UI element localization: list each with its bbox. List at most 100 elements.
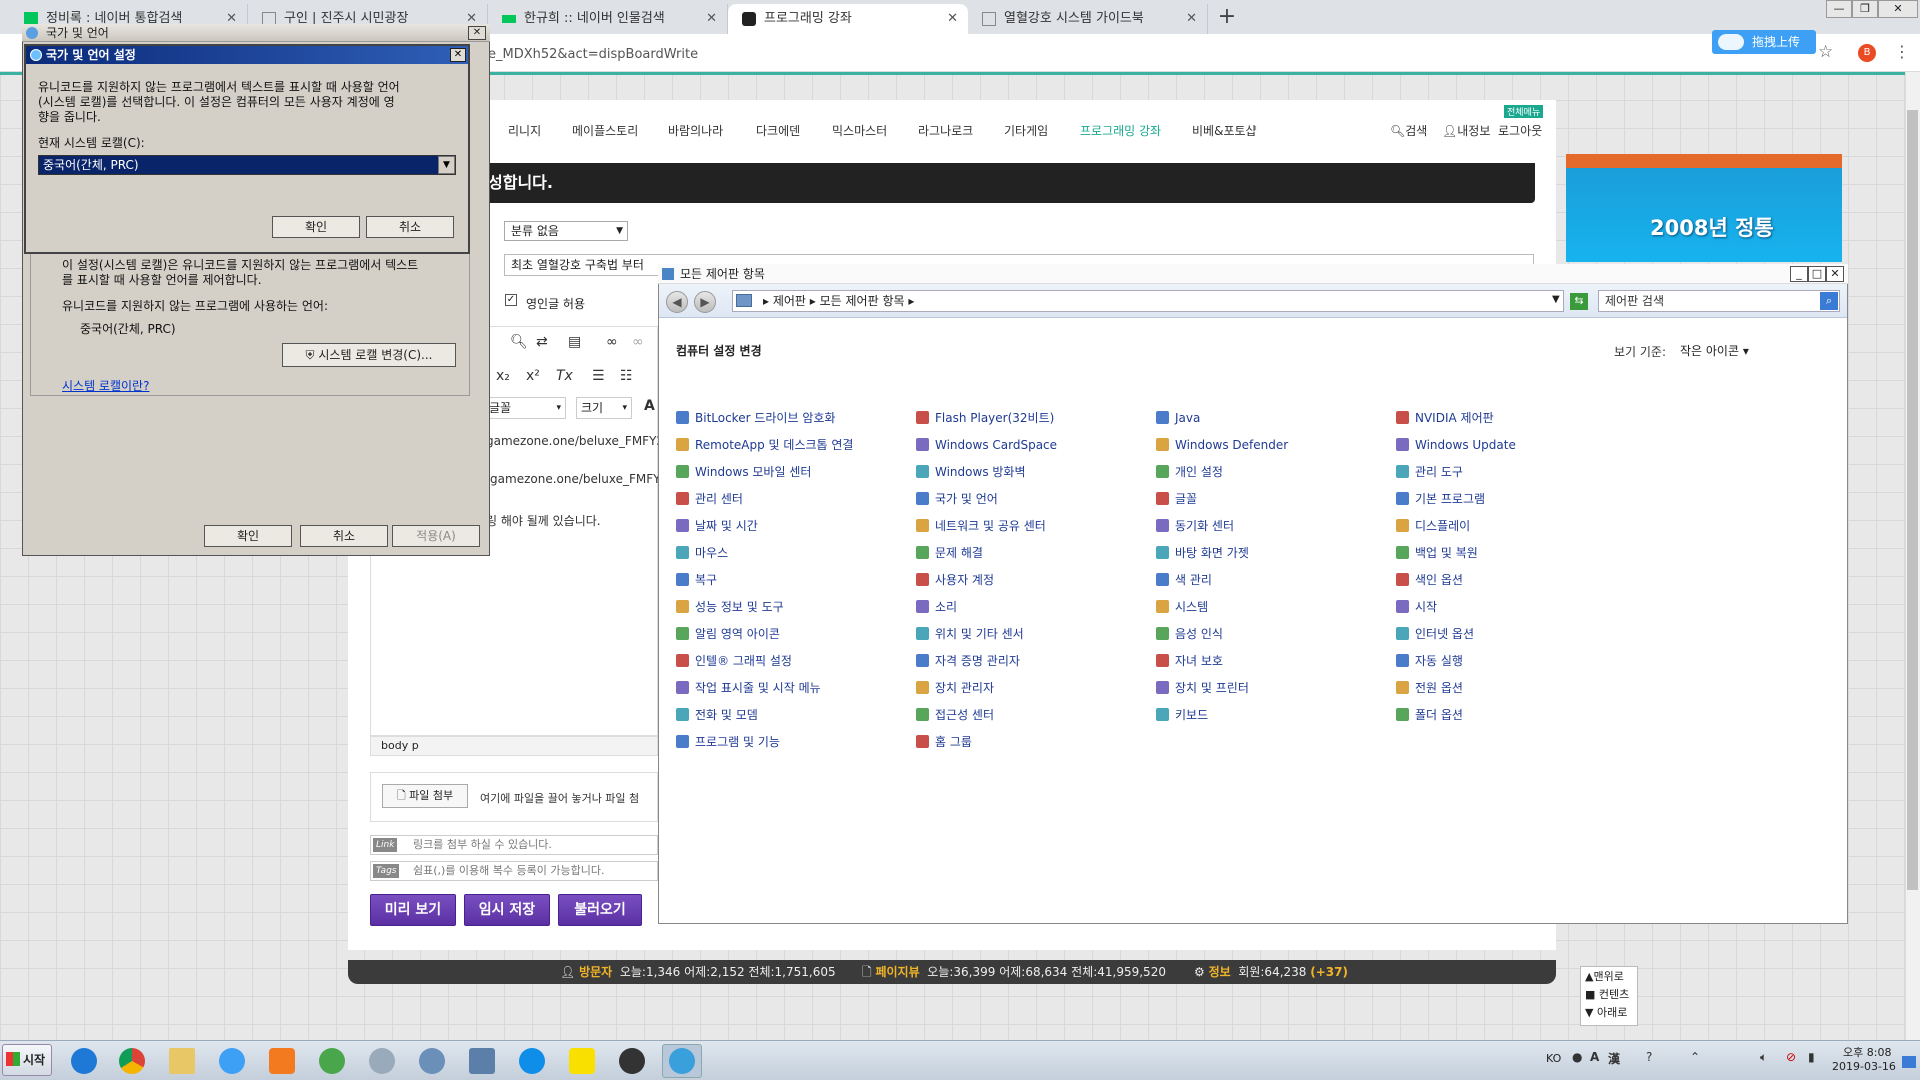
template-icon[interactable]: ▤: [568, 334, 581, 350]
show-desktop-icon[interactable]: [1902, 1056, 1916, 1068]
control-panel-item[interactable]: Windows CardSpace: [916, 437, 1057, 453]
control-panel-item[interactable]: 색 관리: [1156, 572, 1212, 588]
new-tab-button[interactable]: +: [1212, 4, 1242, 32]
control-panel-item[interactable]: Windows Update: [1396, 437, 1516, 453]
bookmark-star-icon[interactable]: ☆: [1818, 42, 1833, 62]
ok-button[interactable]: 확인: [272, 216, 360, 238]
control-panel-item[interactable]: 전원 옵션: [1396, 680, 1463, 696]
utorrent-icon[interactable]: [312, 1044, 352, 1078]
control-panel-item[interactable]: 자격 증명 관리자: [916, 653, 1020, 669]
close-button[interactable]: ✕: [450, 48, 466, 62]
control-panel-address[interactable]: ▸ 제어판 ▸ 모든 제어판 항목 ▸: [732, 290, 1564, 312]
size-select[interactable]: 크기 ▾: [576, 397, 632, 419]
view-by-select[interactable]: 작은 아이콘 ▾: [1680, 342, 1749, 359]
control-panel-item[interactable]: 자녀 보호: [1156, 653, 1223, 669]
control-panel-item[interactable]: Windows 방화벽: [916, 464, 1026, 480]
browser-tab-4-active[interactable]: 프로그래밍 강좌 ✕: [728, 4, 968, 34]
control-panel-item[interactable]: 성능 정보 및 도구: [676, 599, 784, 615]
apply-button[interactable]: 적용(A): [392, 525, 480, 547]
volume-icon[interactable]: 🔈︎: [1760, 1050, 1767, 1065]
site-search-link[interactable]: 🔍︎검색: [1390, 122, 1427, 139]
control-panel-item[interactable]: 키보드: [1156, 707, 1208, 723]
control-panel-item[interactable]: 개인 설정: [1156, 464, 1223, 480]
close-button[interactable]: ✕: [1826, 266, 1844, 282]
temp-save-button[interactable]: 임시 저장: [464, 894, 550, 926]
teamviewer-icon[interactable]: [512, 1044, 552, 1078]
control-panel-item[interactable]: 위치 및 기타 센서: [916, 626, 1024, 642]
clock-date[interactable]: 2019-03-16: [1832, 1060, 1896, 1073]
control-panel-item[interactable]: 소리: [916, 599, 957, 615]
nav-item-maplestory[interactable]: 메이플스토리: [572, 122, 638, 139]
close-icon[interactable]: ✕: [706, 4, 717, 34]
control-panel-item[interactable]: 국가 및 언어: [916, 491, 998, 507]
file-explorer-icon[interactable]: [162, 1044, 202, 1078]
alert-icon[interactable]: ⊘: [1786, 1050, 1796, 1064]
browser-tab-3[interactable]: 한규희 :: 네이버 인물검색 ✕: [488, 4, 728, 34]
control-panel-item[interactable]: 인텔® 그래픽 설정: [676, 653, 792, 669]
control-panel-item[interactable]: 기본 프로그램: [1396, 491, 1485, 507]
advertisement-banner[interactable]: [1566, 154, 1842, 262]
control-panel-item[interactable]: 알림 영역 아이콘: [676, 626, 780, 642]
cancel-button[interactable]: 취소: [300, 525, 388, 547]
control-panel-item[interactable]: 마우스: [676, 545, 728, 561]
clock-time[interactable]: 오후 8:08: [1843, 1044, 1891, 1060]
maximize-button[interactable]: □: [1808, 266, 1826, 282]
ime-mode-a[interactable]: A: [1590, 1050, 1599, 1064]
baidu-cloud-icon[interactable]: [212, 1044, 252, 1078]
control-panel-item[interactable]: 홈 그룹: [916, 734, 972, 750]
control-panel-item[interactable]: 시스템: [1156, 599, 1208, 615]
english-checkbox[interactable]: ✓: [505, 294, 517, 306]
control-panel-item[interactable]: 전화 및 모뎀: [676, 707, 758, 723]
subscript-icon[interactable]: x₂: [496, 368, 510, 384]
search-icon[interactable]: 🔍︎: [510, 334, 528, 350]
menu-kebab-icon[interactable]: ⋮: [1894, 42, 1910, 61]
control-panel-item[interactable]: 네트워크 및 공유 센터: [916, 518, 1046, 534]
forward-button[interactable]: ▶: [694, 291, 716, 313]
link-input[interactable]: Link 링크를 첨부 하실 수 있습니다.: [370, 835, 658, 855]
nav-item-programming[interactable]: 프로그래밍 강좌: [1080, 122, 1161, 139]
to-top-link[interactable]: ▲맨위로: [1585, 968, 1633, 986]
control-panel-item[interactable]: 접근성 센터: [916, 707, 994, 723]
search-icon[interactable]: ⌕: [1820, 292, 1838, 310]
ime-hanja[interactable]: 漢: [1608, 1050, 1620, 1067]
control-panel-item[interactable]: RemoteApp 및 데스크톱 연결: [676, 437, 853, 453]
control-panel-item[interactable]: 바탕 화면 가젯: [1156, 545, 1249, 561]
control-panel-item[interactable]: BitLocker 드라이브 암호화: [676, 410, 835, 426]
control-panel-item[interactable]: 관리 도구: [1396, 464, 1463, 480]
control-panel-item[interactable]: 사용자 계정: [916, 572, 994, 588]
control-panel-item[interactable]: 디스플레이: [1396, 518, 1470, 534]
control-panel-item[interactable]: NVIDIA 제어판: [1396, 410, 1494, 426]
minimize-button[interactable]: _: [1790, 266, 1808, 282]
control-panel-item[interactable]: 백업 및 복원: [1396, 545, 1478, 561]
nav-item-ragnarok[interactable]: 라그나로크: [918, 122, 973, 139]
contents-link[interactable]: ■ 컨텐츠: [1585, 986, 1633, 1004]
replace-icon[interactable]: ⇄: [536, 334, 548, 350]
chevron-down-icon[interactable]: ▼: [438, 156, 455, 174]
close-button[interactable]: ✕: [468, 26, 486, 40]
input-language[interactable]: KO: [1546, 1052, 1561, 1065]
control-panel-item[interactable]: 장치 관리자: [916, 680, 994, 696]
control-panel-item[interactable]: 인터넷 옵션: [1396, 626, 1474, 642]
ordered-list-icon[interactable]: ☰: [592, 368, 605, 384]
what-is-locale-link[interactable]: 시스템 로캘이란?: [62, 377, 149, 394]
help-icon[interactable]: ?: [1646, 1050, 1652, 1064]
url-text[interactable]: e_MDXh52&act=dispBoardWrite: [488, 47, 698, 62]
control-panel-item[interactable]: 프로그램 및 기능: [676, 734, 780, 750]
link-icon[interactable]: ∞: [606, 334, 618, 350]
control-panel-item[interactable]: 장치 및 프린터: [1156, 680, 1249, 696]
font-color-icon[interactable]: A: [644, 398, 655, 414]
nav-item-other-games[interactable]: 기타게임: [1004, 122, 1048, 139]
kakaotalk-icon[interactable]: [562, 1044, 602, 1078]
control-panel-taskbar-icon[interactable]: [662, 1044, 702, 1078]
superscript-icon[interactable]: x²: [526, 368, 540, 384]
show-hidden-icons[interactable]: ⌃: [1690, 1050, 1700, 1064]
scrollbar-thumb[interactable]: [1907, 110, 1918, 890]
system-locale-select[interactable]: 중국어(간체, PRC): [38, 155, 456, 175]
to-bottom-link[interactable]: ▼ 아래로: [1585, 1004, 1633, 1022]
nav-item-vb-photoshop[interactable]: 비베&포토샵: [1192, 122, 1257, 139]
control-panel-item[interactable]: 폴더 옵션: [1396, 707, 1463, 723]
control-panel-item[interactable]: Windows 모바일 센터: [676, 464, 811, 480]
control-panel-item[interactable]: Java: [1156, 410, 1200, 426]
restore-button[interactable]: ❐: [1852, 0, 1878, 18]
back-button[interactable]: ◀: [666, 291, 688, 313]
